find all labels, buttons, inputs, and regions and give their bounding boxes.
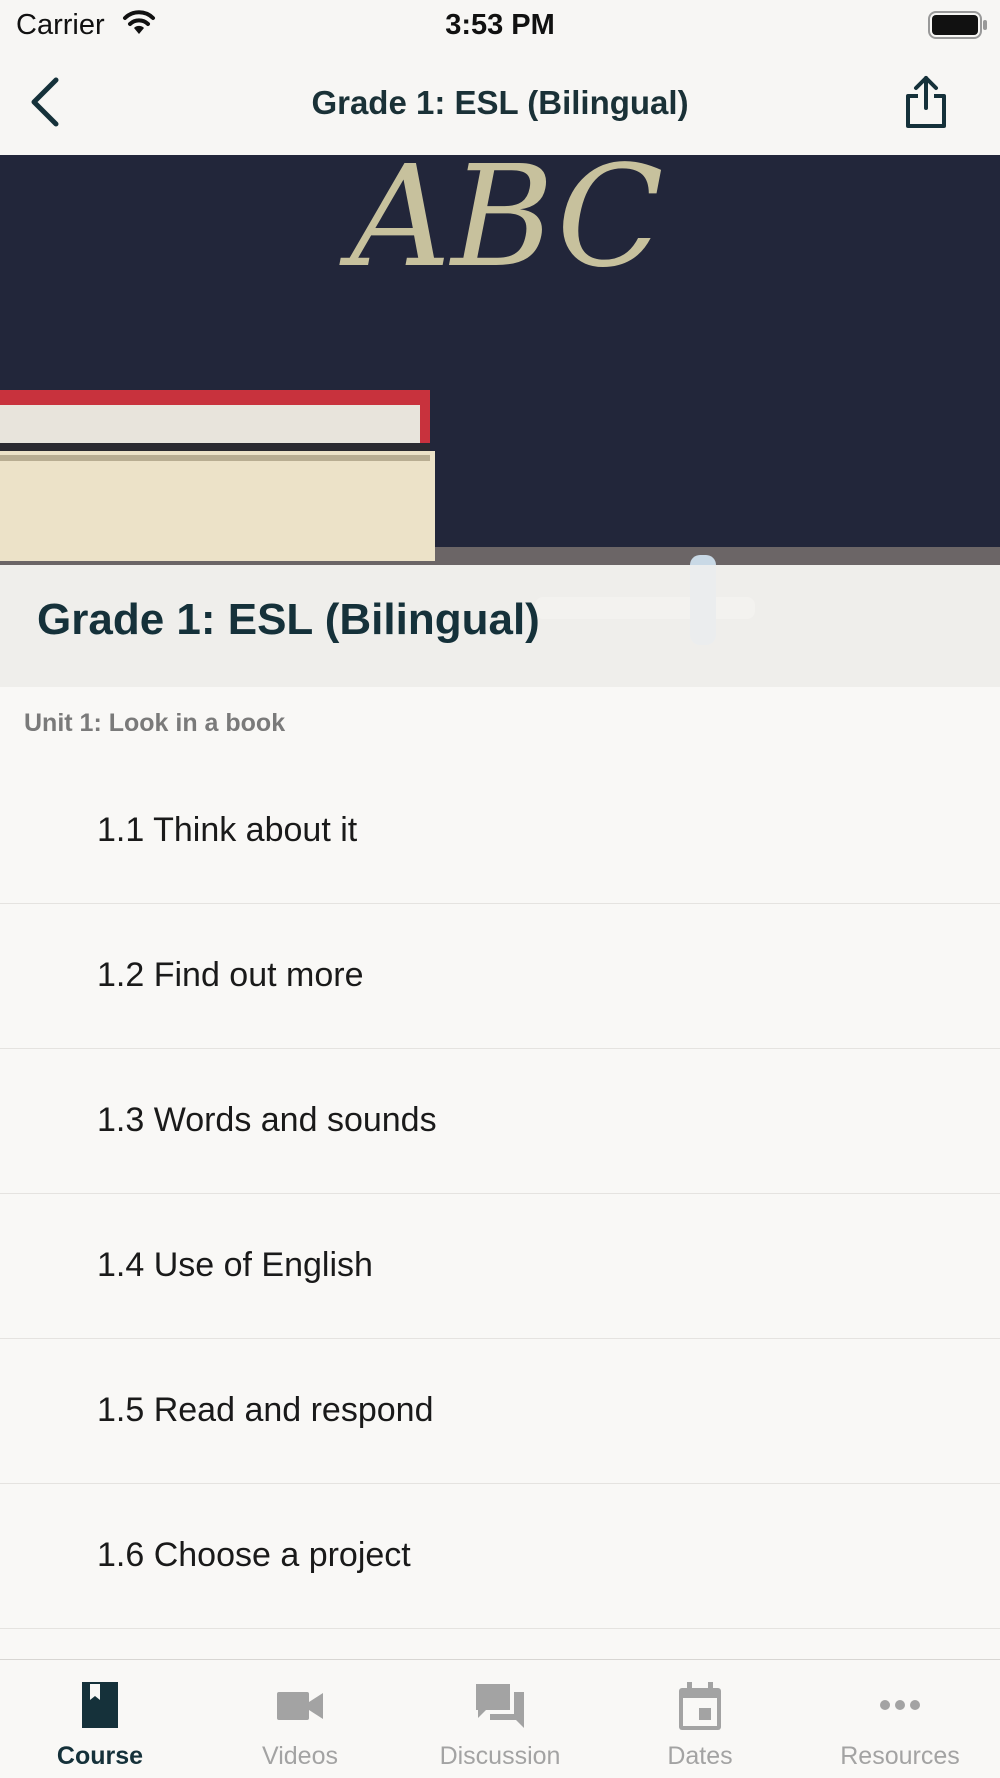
tab-course[interactable]: Course: [0, 1660, 200, 1778]
chalk-letters: ABC: [339, 155, 664, 299]
unit-title: Unit 1: Look in a book: [24, 709, 286, 737]
lesson-item-1-4[interactable]: 1.4 Use of English: [0, 1194, 1000, 1339]
battery-icon: [928, 11, 988, 44]
tab-label: Discussion: [439, 1742, 561, 1770]
clock-time: 3:53 PM: [445, 9, 555, 41]
lesson-list: 1.1 Think about it 1.2 Find out more 1.3…: [0, 759, 1000, 1629]
course-hero-image: ABC Grade 1: ESL (Bilingual): [0, 155, 1000, 687]
tab-label: Videos: [262, 1742, 338, 1770]
lesson-label: 1.3 Words and sounds: [97, 1101, 437, 1139]
page-title: Grade 1: ESL (Bilingual): [311, 84, 689, 121]
hero-caption: Grade 1: ESL (Bilingual): [0, 565, 1000, 687]
lesson-label: 1.2 Find out more: [97, 956, 364, 994]
tab-resources[interactable]: Resources: [800, 1660, 1000, 1778]
lesson-item-1-6[interactable]: 1.6 Choose a project: [0, 1484, 1000, 1629]
lesson-label: 1.6 Choose a project: [97, 1536, 411, 1574]
lesson-label: 1.4 Use of English: [97, 1246, 373, 1284]
lesson-label: 1.5 Read and respond: [97, 1391, 434, 1429]
video-camera-icon: [277, 1682, 323, 1733]
bookmark-icon: [82, 1682, 118, 1733]
chat-bubbles-icon: [476, 1682, 524, 1735]
tab-label: Course: [56, 1742, 144, 1770]
lesson-item-1-3[interactable]: 1.3 Words and sounds: [0, 1049, 1000, 1194]
tab-videos[interactable]: Videos: [200, 1660, 400, 1778]
tab-discussion[interactable]: Discussion: [400, 1660, 600, 1778]
lesson-item-1-1[interactable]: 1.1 Think about it: [0, 759, 1000, 904]
tab-bar: Course Videos Discussion Dates Resources: [0, 1659, 1000, 1778]
tab-label: Resources: [840, 1742, 960, 1770]
navigation-bar: Grade 1: ESL (Bilingual): [0, 50, 1000, 155]
course-title: Grade 1: ESL (Bilingual): [37, 595, 540, 644]
status-bar: Carrier 3:53 PM: [0, 0, 1000, 50]
share-icon[interactable]: [904, 74, 948, 130]
unit-header: Unit 1: Look in a book: [0, 687, 1000, 759]
calendar-icon: [679, 1682, 721, 1735]
more-dots-icon: [880, 1682, 920, 1733]
tab-label: Dates: [667, 1742, 733, 1770]
lesson-label: 1.1 Think about it: [97, 811, 358, 849]
lesson-item-1-5[interactable]: 1.5 Read and respond: [0, 1339, 1000, 1484]
tab-dates[interactable]: Dates: [600, 1660, 800, 1778]
lesson-item-1-2[interactable]: 1.2 Find out more: [0, 904, 1000, 1049]
